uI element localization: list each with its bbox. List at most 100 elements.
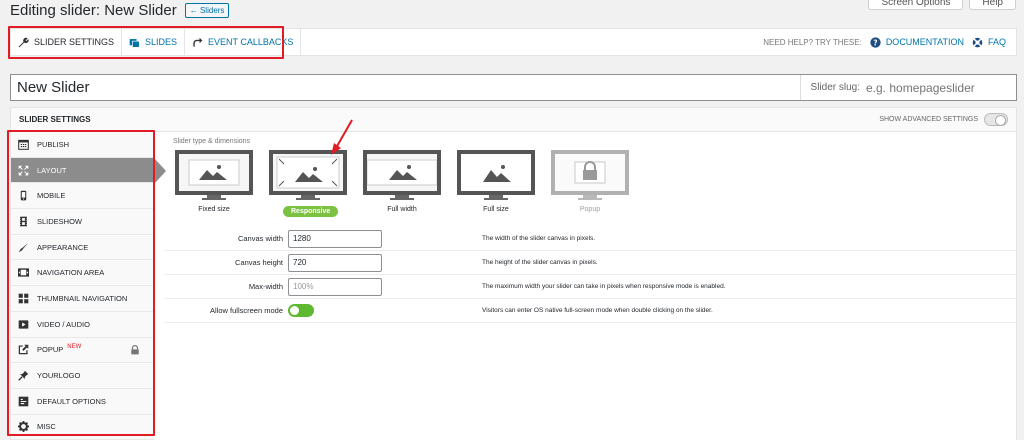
slider-slug-label: Slider slug: bbox=[799, 75, 866, 100]
canvas-height-label: Canvas height bbox=[235, 258, 283, 267]
sidebar-item-label: POPUP bbox=[37, 345, 64, 355]
layout-option-full-size[interactable]: Full size bbox=[457, 150, 551, 217]
monitor-preview bbox=[363, 150, 441, 195]
tab-label: SLIDES bbox=[145, 37, 178, 47]
layout-option-responsive[interactable]: Responsive bbox=[269, 150, 363, 217]
lock-icon bbox=[131, 344, 139, 354]
screen-meta-links: Screen Options Help bbox=[868, 0, 1016, 10]
screen-options-button[interactable]: Screen Options bbox=[868, 0, 964, 10]
layout-option-label: Popup bbox=[579, 206, 601, 213]
panel-header: SLIDER SETTINGS SHOW ADVANCED SETTINGS bbox=[11, 108, 1016, 132]
lifebuoy-icon bbox=[972, 37, 983, 47]
tab-slides[interactable]: SLIDES bbox=[122, 29, 186, 55]
monitor-base bbox=[202, 198, 226, 200]
sidebar-item-label: THUMBNAIL NAVIGATION bbox=[37, 293, 128, 303]
external-icon bbox=[18, 345, 29, 355]
slider-settings-panel: SLIDER SETTINGS SHOW ADVANCED SETTINGS P… bbox=[10, 107, 1017, 440]
max-width-label: Max-width bbox=[248, 282, 283, 291]
sidebar-item-appearance[interactable]: APPEARANCE bbox=[11, 234, 154, 261]
canvas-height-input[interactable] bbox=[288, 253, 382, 272]
image-placeholder-icon bbox=[366, 159, 438, 186]
canvas-width-label: Canvas width bbox=[237, 234, 283, 243]
sidebar-item-label: NAVIGATION AREA bbox=[37, 268, 105, 278]
tab-event-callbacks[interactable]: EVENT CALLBACKS bbox=[185, 29, 302, 55]
sidebar-item-misc[interactable]: MISC bbox=[11, 414, 154, 440]
new-badge: NEW bbox=[67, 343, 82, 350]
gear-icon bbox=[18, 421, 29, 433]
sidebar-item-label: MOBILE bbox=[37, 191, 66, 201]
max-width-description: The maximum width your slider can take i… bbox=[482, 283, 726, 290]
advanced-settings-toggle[interactable] bbox=[984, 113, 1008, 126]
sidebar-item-label: APPEARANCE bbox=[37, 242, 89, 252]
brush-icon bbox=[18, 242, 29, 252]
grid-icon bbox=[18, 293, 29, 304]
layout-option-popup[interactable]: Popup bbox=[551, 150, 645, 217]
tab-slider-settings[interactable]: SLIDER SETTINGS bbox=[11, 29, 123, 55]
tab-label: EVENT CALLBACKS bbox=[208, 37, 294, 47]
sidebar-item-yourlogo[interactable]: YOURLOGO bbox=[11, 363, 154, 389]
options-icon bbox=[18, 396, 29, 407]
layout-option-fixed-size[interactable]: Fixed size bbox=[175, 150, 269, 217]
faq-label: FAQ bbox=[987, 37, 1006, 47]
max-width-input[interactable] bbox=[288, 277, 382, 296]
popup-lock-icon bbox=[574, 161, 606, 184]
back-to-sliders-button[interactable]: ← Sliders bbox=[184, 3, 230, 18]
canvas-width-description: The width of the slider canvas in pixels… bbox=[482, 235, 596, 242]
responsive-image-icon bbox=[276, 156, 340, 189]
sidebar-item-default-options[interactable]: DEFAULT OPTIONS bbox=[11, 388, 154, 415]
max-width-row: Max-width The maximum width your slider … bbox=[164, 275, 1016, 299]
sidebar-item-publish[interactable]: PUBLISH bbox=[11, 132, 154, 158]
resize-icon bbox=[18, 165, 29, 175]
sidebar-item-navigation-area[interactable]: NAVIGATION AREA bbox=[11, 260, 154, 287]
fullscreen-label: Allow fullscreen mode bbox=[210, 306, 283, 315]
editor-tabs: SLIDER SETTINGS SLIDES EVENT CALLBACKS bbox=[11, 29, 302, 55]
sidebar-item-label: DEFAULT OPTIONS bbox=[37, 396, 106, 406]
slider-name-input[interactable] bbox=[11, 75, 800, 100]
canvas-width-input[interactable] bbox=[288, 229, 382, 248]
monitor-preview bbox=[551, 150, 629, 195]
documentation-label: DOCUMENTATION bbox=[885, 37, 964, 47]
sidebar-item-video-audio[interactable]: VIDEO / AUDIO bbox=[11, 311, 154, 338]
layout-settings: Slider type & dimensions Fixed size Resp… bbox=[164, 132, 1016, 323]
sidebar-item-label: YOURLOGO bbox=[37, 371, 81, 381]
documentation-link[interactable]: ? DOCUMENTATION bbox=[870, 36, 964, 48]
layout-option-full-width[interactable]: Full width bbox=[363, 150, 457, 217]
sidebar-item-layout[interactable]: LAYOUT bbox=[11, 157, 166, 184]
slider-slug-input[interactable] bbox=[866, 75, 1016, 100]
sidebar-item-mobile[interactable]: MOBILE bbox=[11, 183, 154, 210]
redo-arrow-icon bbox=[193, 37, 203, 47]
layout-option-label-selected: Responsive bbox=[283, 206, 339, 217]
faq-link[interactable]: FAQ bbox=[972, 37, 1006, 48]
canvas-height-row: Canvas height The height of the slider c… bbox=[164, 251, 1016, 275]
monitor-base bbox=[390, 198, 414, 200]
play-icon bbox=[18, 320, 29, 329]
advanced-settings-label: SHOW ADVANCED SETTINGS bbox=[879, 116, 978, 123]
monitor-preview bbox=[457, 150, 535, 195]
monitor-base bbox=[296, 198, 320, 200]
sidebar-item-label: VIDEO / AUDIO bbox=[37, 319, 90, 329]
sidebar-item-popup[interactable]: POPUP NEW bbox=[11, 337, 154, 364]
help-button[interactable]: Help bbox=[969, 0, 1016, 10]
slides-icon bbox=[129, 38, 140, 48]
slider-type-options: Fixed size Responsive Full width Full si… bbox=[173, 150, 1016, 217]
editor-toolbar: SLIDER SETTINGS SLIDES EVENT CALLBACKS N… bbox=[10, 28, 1017, 56]
monitor-base bbox=[484, 198, 508, 200]
section-label: Slider type & dimensions bbox=[173, 138, 251, 145]
page-title: Editing slider: New Slider bbox=[10, 2, 177, 19]
sidebar-item-label: LAYOUT bbox=[37, 165, 67, 175]
monitor-base bbox=[578, 198, 602, 200]
fullscreen-toggle[interactable] bbox=[288, 304, 314, 317]
canvas-height-description: The height of the slider canvas in pixel… bbox=[482, 259, 598, 266]
layout-option-label: Full width bbox=[387, 206, 417, 213]
wrench-icon bbox=[18, 37, 29, 47]
settings-sidebar: PUBLISH LAYOUT MOBILE SLIDESHOW APPEARAN… bbox=[11, 132, 166, 440]
sidebar-item-slideshow[interactable]: SLIDESHOW bbox=[11, 209, 154, 235]
monitor-preview bbox=[175, 150, 253, 195]
mobile-icon bbox=[20, 190, 27, 201]
sidebar-item-label: SLIDESHOW bbox=[37, 216, 83, 226]
panel-title: SLIDER SETTINGS bbox=[19, 115, 91, 124]
sidebar-item-thumbnail-navigation[interactable]: THUMBNAIL NAVIGATION bbox=[11, 286, 154, 312]
advanced-settings-switch[interactable]: SHOW ADVANCED SETTINGS bbox=[879, 113, 1008, 126]
svg-text:?: ? bbox=[873, 38, 877, 47]
